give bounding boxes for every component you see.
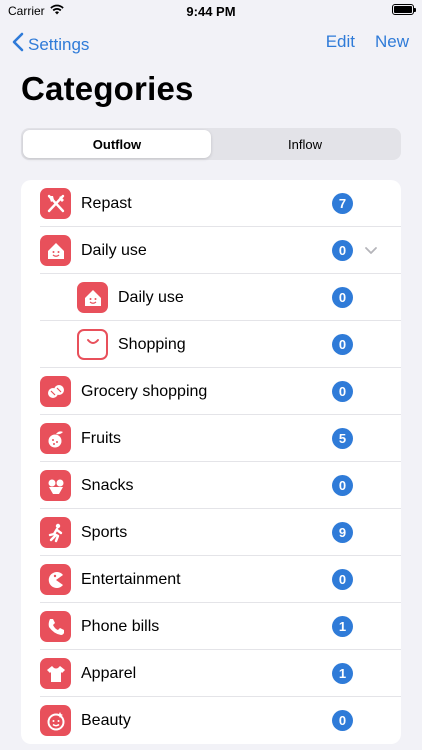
category-row[interactable]: Fruits 5 (21, 415, 401, 462)
pacman-icon (40, 564, 71, 595)
house-icon (77, 282, 108, 313)
count-badge: 1 (332, 616, 353, 637)
nav-bar: Settings Edit New (0, 22, 422, 64)
back-label: Settings (28, 34, 90, 54)
category-row[interactable]: Phone bills 1 (21, 603, 401, 650)
count-badge: 1 (332, 663, 353, 684)
category-row[interactable]: Grocery shopping 0 (21, 368, 401, 415)
segment-outflow[interactable]: Outflow (23, 130, 211, 158)
chevron-down-icon[interactable] (363, 246, 379, 255)
category-label: Sports (81, 523, 128, 541)
fruit-icon (40, 423, 71, 454)
house-icon (40, 235, 71, 266)
count-badge: 5 (332, 428, 353, 449)
category-label: Repast (81, 194, 132, 212)
category-label: Apparel (81, 664, 137, 682)
category-label: Fruits (81, 429, 121, 447)
phone-icon (40, 611, 71, 642)
category-row[interactable]: Entertainment 0 (21, 556, 401, 603)
category-label: Grocery shopping (81, 382, 208, 400)
back-button[interactable]: Settings (12, 32, 89, 57)
category-row[interactable]: Shopping 0 (21, 321, 401, 368)
edit-button[interactable]: Edit (326, 32, 355, 52)
count-badge: 0 (332, 334, 353, 355)
shopping-bag-icon (77, 329, 108, 360)
snack-icon (40, 470, 71, 501)
category-row[interactable]: Daily use 0 (21, 227, 401, 274)
tshirt-icon (40, 658, 71, 689)
category-list: Repast 7 Daily use 0 Daily use 0 Shoppin… (21, 180, 401, 744)
count-badge: 7 (332, 193, 353, 214)
count-badge: 0 (332, 287, 353, 308)
status-bar: Carrier 9:44 PM (0, 0, 422, 22)
fork-knife-icon (40, 188, 71, 219)
count-badge: 0 (332, 475, 353, 496)
category-label: Shopping (118, 335, 186, 353)
category-row[interactable]: Repast 7 (21, 180, 401, 227)
battery-icon (392, 4, 416, 15)
nav-actions: Edit New (326, 32, 409, 52)
chevron-left-icon (12, 32, 24, 57)
category-row[interactable]: Snacks 0 (21, 462, 401, 509)
category-label: Daily use (118, 288, 184, 306)
count-badge: 0 (332, 710, 353, 731)
face-icon (40, 705, 71, 736)
category-row[interactable]: Beauty 0 (21, 697, 401, 744)
category-label: Daily use (81, 241, 147, 259)
category-row[interactable]: Apparel 1 (21, 650, 401, 697)
outflow-inflow-segmented-control: Outflow Inflow (21, 128, 401, 160)
category-label: Phone bills (81, 617, 160, 635)
count-badge: 0 (332, 569, 353, 590)
new-button[interactable]: New (375, 32, 409, 52)
category-label: Beauty (81, 711, 131, 729)
count-badge: 0 (332, 240, 353, 261)
vegetables-icon (40, 376, 71, 407)
count-badge: 9 (332, 522, 353, 543)
page-title: Categories (21, 70, 194, 107)
segment-inflow[interactable]: Inflow (211, 130, 399, 158)
category-label: Snacks (81, 476, 134, 494)
count-badge: 0 (332, 381, 353, 402)
category-label: Entertainment (81, 570, 181, 588)
runner-icon (40, 517, 71, 548)
status-time: 9:44 PM (186, 4, 236, 19)
category-row[interactable]: Daily use 0 (21, 274, 401, 321)
category-row[interactable]: Sports 9 (21, 509, 401, 556)
